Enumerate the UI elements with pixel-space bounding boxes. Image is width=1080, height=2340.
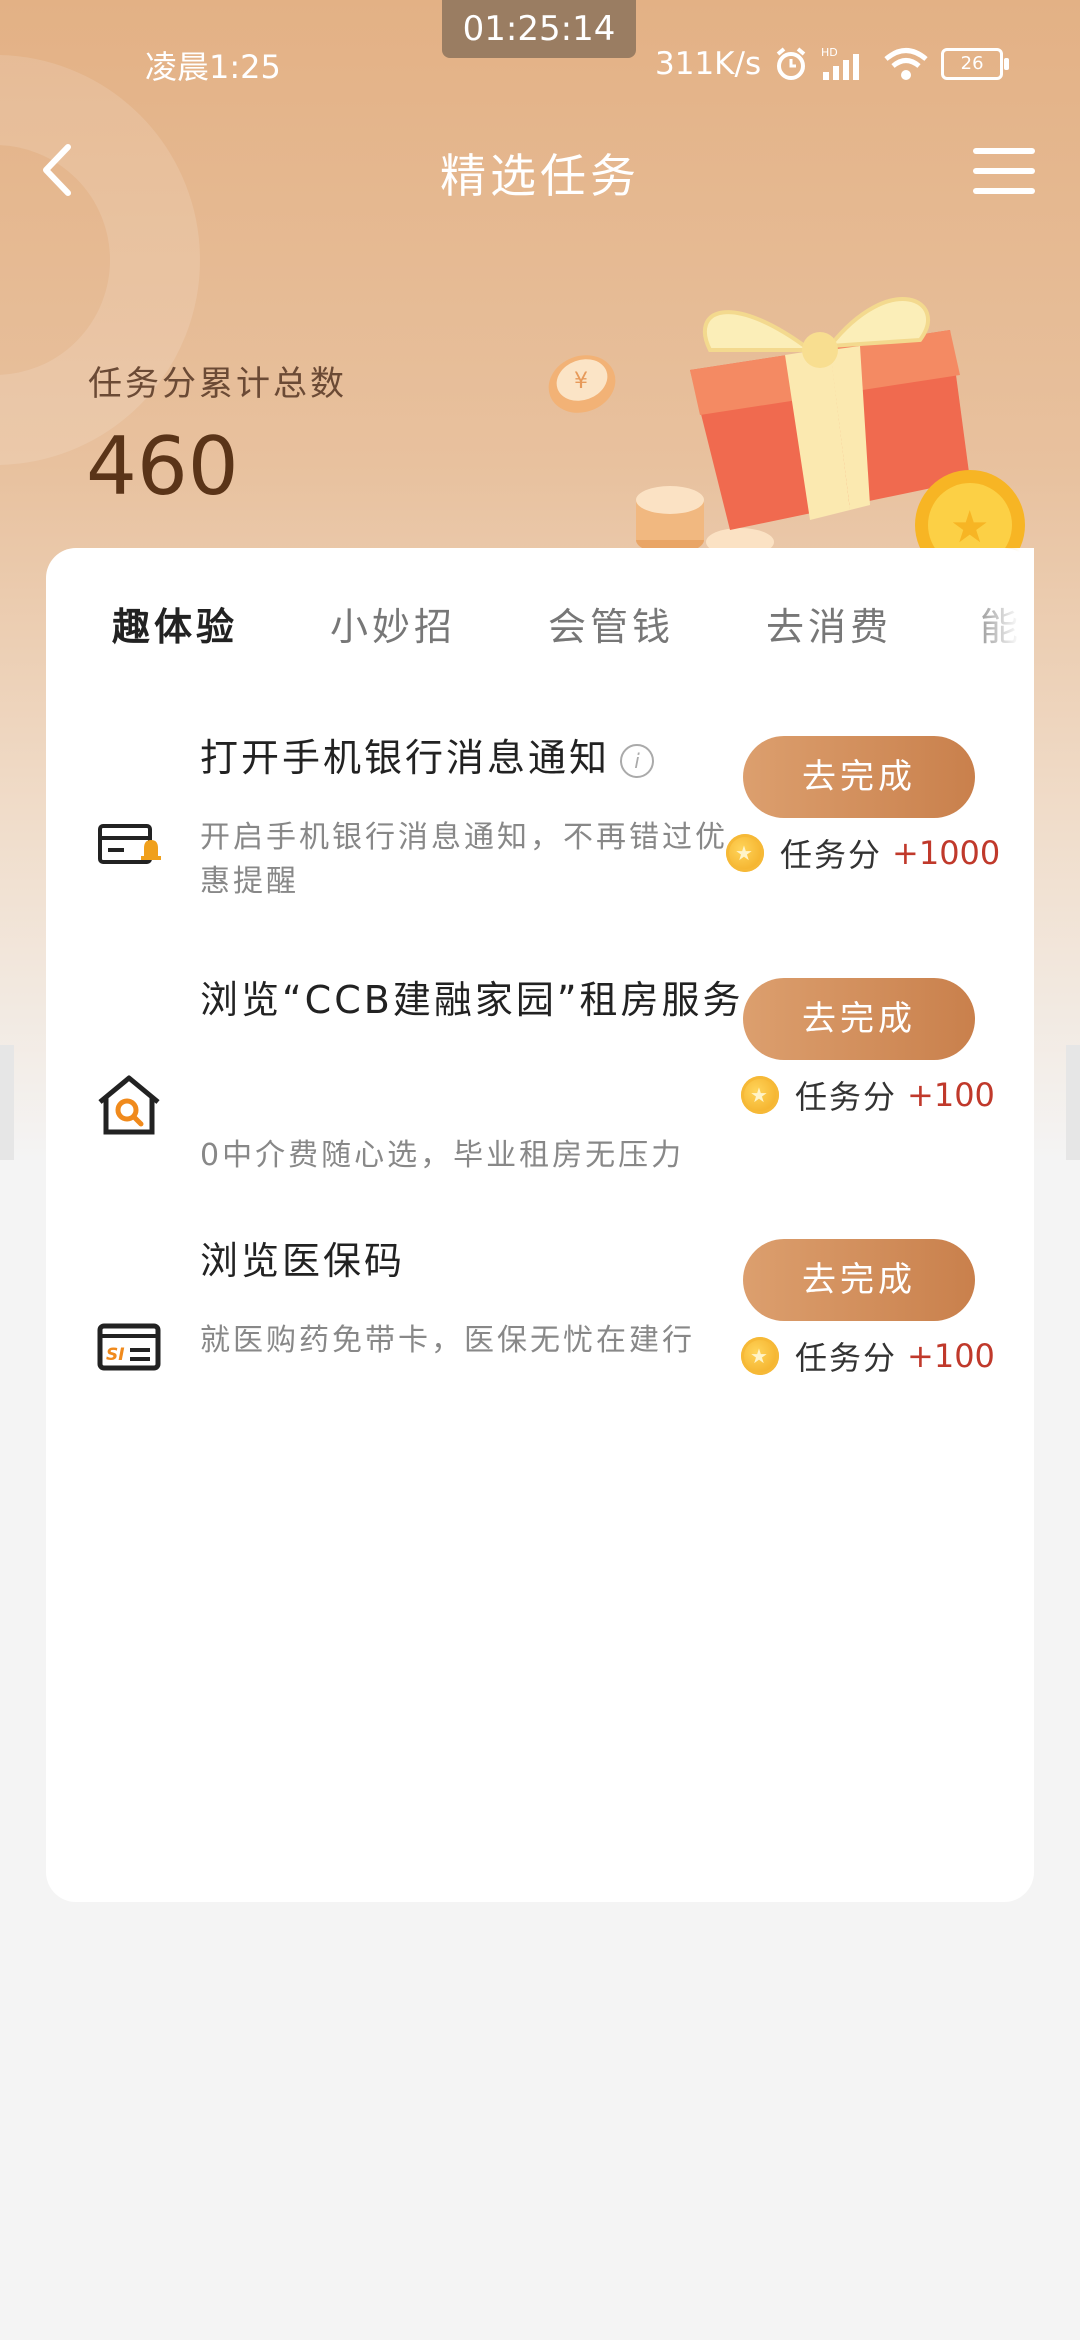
complete-task-button[interactable]: 去完成 [743, 736, 975, 818]
tabs-fade-overlay [964, 548, 1034, 693]
svg-text:HD: HD [821, 46, 838, 59]
wifi-icon [884, 48, 928, 80]
task-description: 开启手机银行消息通知，不再错过优惠提醒 [200, 820, 728, 899]
score-label: 任务分累计总数 [88, 364, 347, 404]
task-title: 浏览“CCB建融家园”租房服务 [200, 978, 744, 1022]
coin-icon [726, 834, 764, 872]
task-description: 就医购药免带卡，医保无忧在建行 [200, 1323, 695, 1358]
alarm-icon [776, 47, 806, 80]
side-edge-left [0, 1045, 14, 1160]
menu-icon [973, 148, 1035, 154]
svg-text:¥: ¥ [574, 369, 588, 394]
reward-points: +100 [907, 1076, 995, 1114]
complete-task-button[interactable]: 去完成 [743, 1239, 975, 1321]
tab-qu-xiao-fei[interactable]: 去消费 [766, 596, 892, 651]
svg-text:★: ★ [950, 502, 989, 553]
status-clock-pill: 01:25:14 [442, 0, 636, 58]
reward-points: +1000 [892, 834, 1001, 872]
status-icons: 311K/s HD 26 [655, 44, 1010, 84]
reward-label: 任务分 [795, 1078, 898, 1116]
menu-button[interactable] [973, 148, 1035, 194]
task-title: 打开手机银行消息通知 [200, 736, 611, 780]
task-reward: 任务分 +100 [741, 1072, 995, 1118]
house-search-icon [98, 1075, 160, 1135]
notification-card-icon [98, 824, 161, 864]
side-edge-right [1066, 1045, 1080, 1160]
coin-icon [741, 1337, 779, 1375]
coin-icon [741, 1076, 779, 1114]
task-description: 0中介费随心选，毕业租房无压力 [200, 1138, 685, 1173]
page-title: 精选任务 [440, 149, 640, 203]
task-title: 浏览医保码 [200, 1239, 406, 1283]
network-speed: 311K/s [655, 46, 762, 82]
svg-text:SI: SI [106, 1345, 125, 1365]
tab-hui-guan-qian[interactable]: 会管钱 [548, 596, 674, 651]
signal-hd-icon: HD [821, 46, 860, 80]
task-card: 趣体验 小妙招 会管钱 去消费 能 打开手机银行消息通知 i 开启手机银行消息通知… [46, 548, 1034, 1902]
complete-task-button[interactable]: 去完成 [743, 978, 975, 1060]
info-icon[interactable]: i [620, 743, 655, 778]
status-time: 凌晨1:25 [145, 48, 281, 86]
reward-points: +100 [907, 1337, 995, 1375]
score-value: 460 [86, 420, 239, 513]
reward-label: 任务分 [795, 1339, 898, 1377]
gift-box-illustration: ¥ ★ [548, 297, 1025, 570]
reward-label: 任务分 [780, 836, 883, 874]
battery-icon: 26 [941, 48, 1010, 80]
task-reward: 任务分 +1000 [726, 830, 1000, 876]
tab-qu-ti-yan[interactable]: 趣体验 [112, 596, 238, 651]
task-reward: 任务分 +100 [741, 1333, 995, 1379]
medical-insurance-card-icon: SI [97, 1323, 161, 1371]
tab-xiao-miao-zhao[interactable]: 小妙招 [330, 596, 456, 651]
category-tabs: 趣体验 小妙招 会管钱 去消费 能 [46, 548, 1034, 693]
